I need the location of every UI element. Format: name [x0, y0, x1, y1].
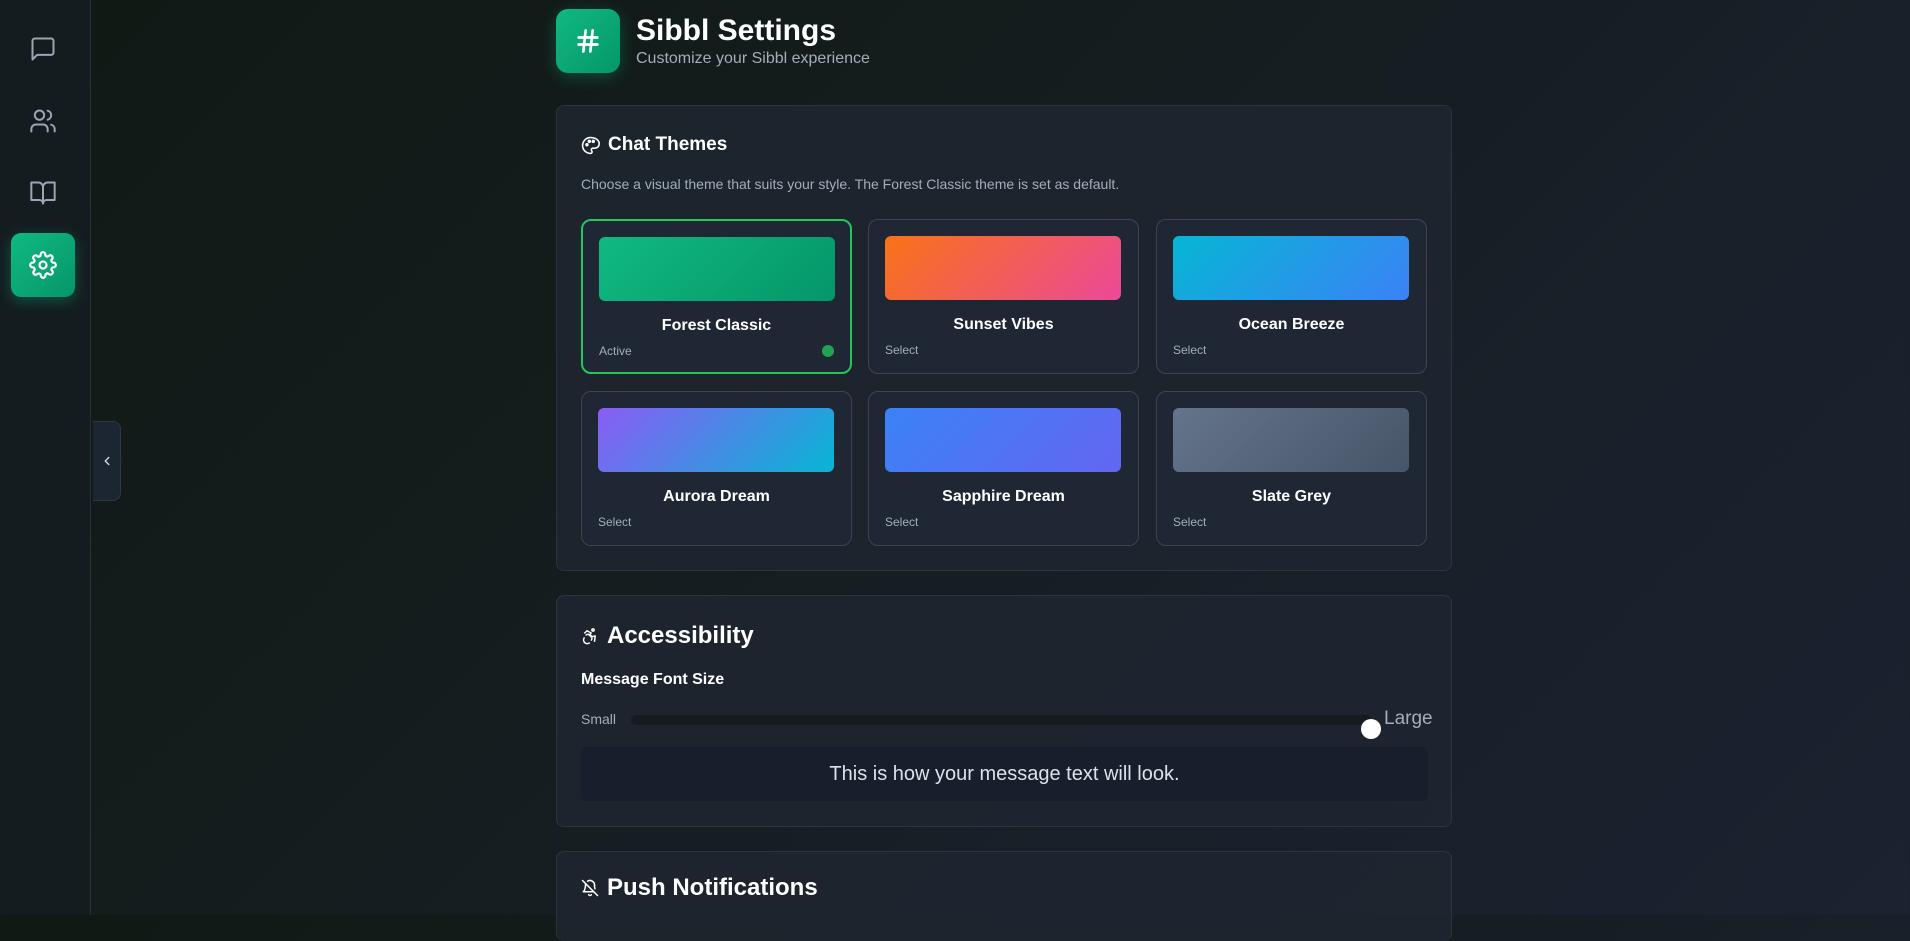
theme-name: Aurora Dream	[663, 488, 770, 505]
chat-icon	[31, 37, 55, 61]
theme-card-forest-classic[interactable]: Forest Classic Active	[581, 219, 852, 374]
app-logo	[556, 9, 620, 73]
theme-name: Ocean Breeze	[1238, 316, 1345, 333]
slider-thumb[interactable]	[1361, 719, 1381, 739]
active-indicator-dot	[822, 345, 834, 357]
page-title: Sibbl Settings	[636, 14, 837, 47]
theme-status: Select	[1173, 343, 1207, 357]
font-size-slider[interactable]	[631, 715, 1381, 739]
push-notifications-heading: Push Notifications	[581, 874, 818, 902]
chat-themes-heading: Chat Themes	[581, 134, 727, 156]
sidebar	[0, 0, 91, 915]
font-size-label: Message Font Size	[581, 671, 725, 688]
theme-status: Select	[885, 343, 919, 357]
chevron-left-icon	[104, 456, 109, 466]
gear-icon	[29, 251, 57, 279]
theme-card-slate-grey[interactable]: Slate Grey Select	[1156, 391, 1427, 546]
theme-card-sunset-vibes[interactable]: Sunset Vibes Select	[868, 219, 1139, 374]
theme-name: Sapphire Dream	[942, 488, 1065, 505]
theme-swatch	[885, 408, 1121, 472]
chat-themes-description: Choose a visual theme that suits your st…	[581, 176, 1120, 192]
sidebar-collapse-button[interactable]	[93, 421, 121, 501]
font-size-preview: This is how your message text will look.	[581, 747, 1428, 801]
sidebar-item-settings[interactable]	[11, 233, 75, 297]
push-notifications-title: Push Notifications	[607, 874, 818, 901]
page-header: Sibbl Settings Customize your Sibbl expe…	[556, 9, 870, 73]
font-size-slider-row: Small Large	[581, 706, 1433, 739]
theme-name: Forest Classic	[661, 317, 772, 334]
sidebar-item-chats[interactable]	[11, 17, 75, 81]
sidebar-item-users[interactable]	[11, 89, 75, 153]
chat-themes-title: Chat Themes	[608, 134, 728, 155]
theme-name: Slate Grey	[1251, 488, 1332, 505]
theme-swatch	[885, 236, 1121, 300]
page-subtitle: Customize your Sibbl experience	[636, 50, 870, 67]
sidebar-item-library[interactable]	[11, 161, 75, 225]
palette-icon	[581, 136, 600, 154]
theme-swatch	[1173, 236, 1409, 300]
theme-card-ocean-breeze[interactable]: Ocean Breeze Select	[1156, 219, 1427, 374]
theme-name: Sunset Vibes	[953, 316, 1054, 333]
theme-status: Select	[598, 515, 632, 529]
theme-swatch	[598, 408, 834, 472]
theme-card-aurora-dream[interactable]: Aurora Dream Select	[581, 391, 852, 546]
push-notifications-card: Push Notifications	[556, 851, 1452, 941]
bell-off-icon	[581, 879, 599, 897]
hash-icon	[577, 29, 599, 53]
chat-themes-card: Chat Themes Choose a visual theme that s…	[556, 105, 1452, 571]
theme-card-sapphire-dream[interactable]: Sapphire Dream Select	[868, 391, 1139, 546]
theme-status: Select	[885, 515, 919, 529]
accessibility-heading: Accessibility	[581, 622, 754, 650]
theme-swatch	[599, 237, 835, 301]
theme-swatch	[1173, 408, 1409, 472]
theme-status: Active	[599, 344, 632, 358]
theme-status: Select	[1173, 515, 1207, 529]
users-icon	[30, 109, 56, 133]
accessibility-title: Accessibility	[607, 622, 754, 649]
book-icon	[30, 181, 56, 205]
slider-max-label: Large	[1384, 708, 1433, 729]
accessibility-icon	[582, 628, 596, 645]
accessibility-card: Accessibility Message Font Size Small La…	[556, 595, 1452, 827]
slider-min-label: Small	[581, 711, 617, 727]
